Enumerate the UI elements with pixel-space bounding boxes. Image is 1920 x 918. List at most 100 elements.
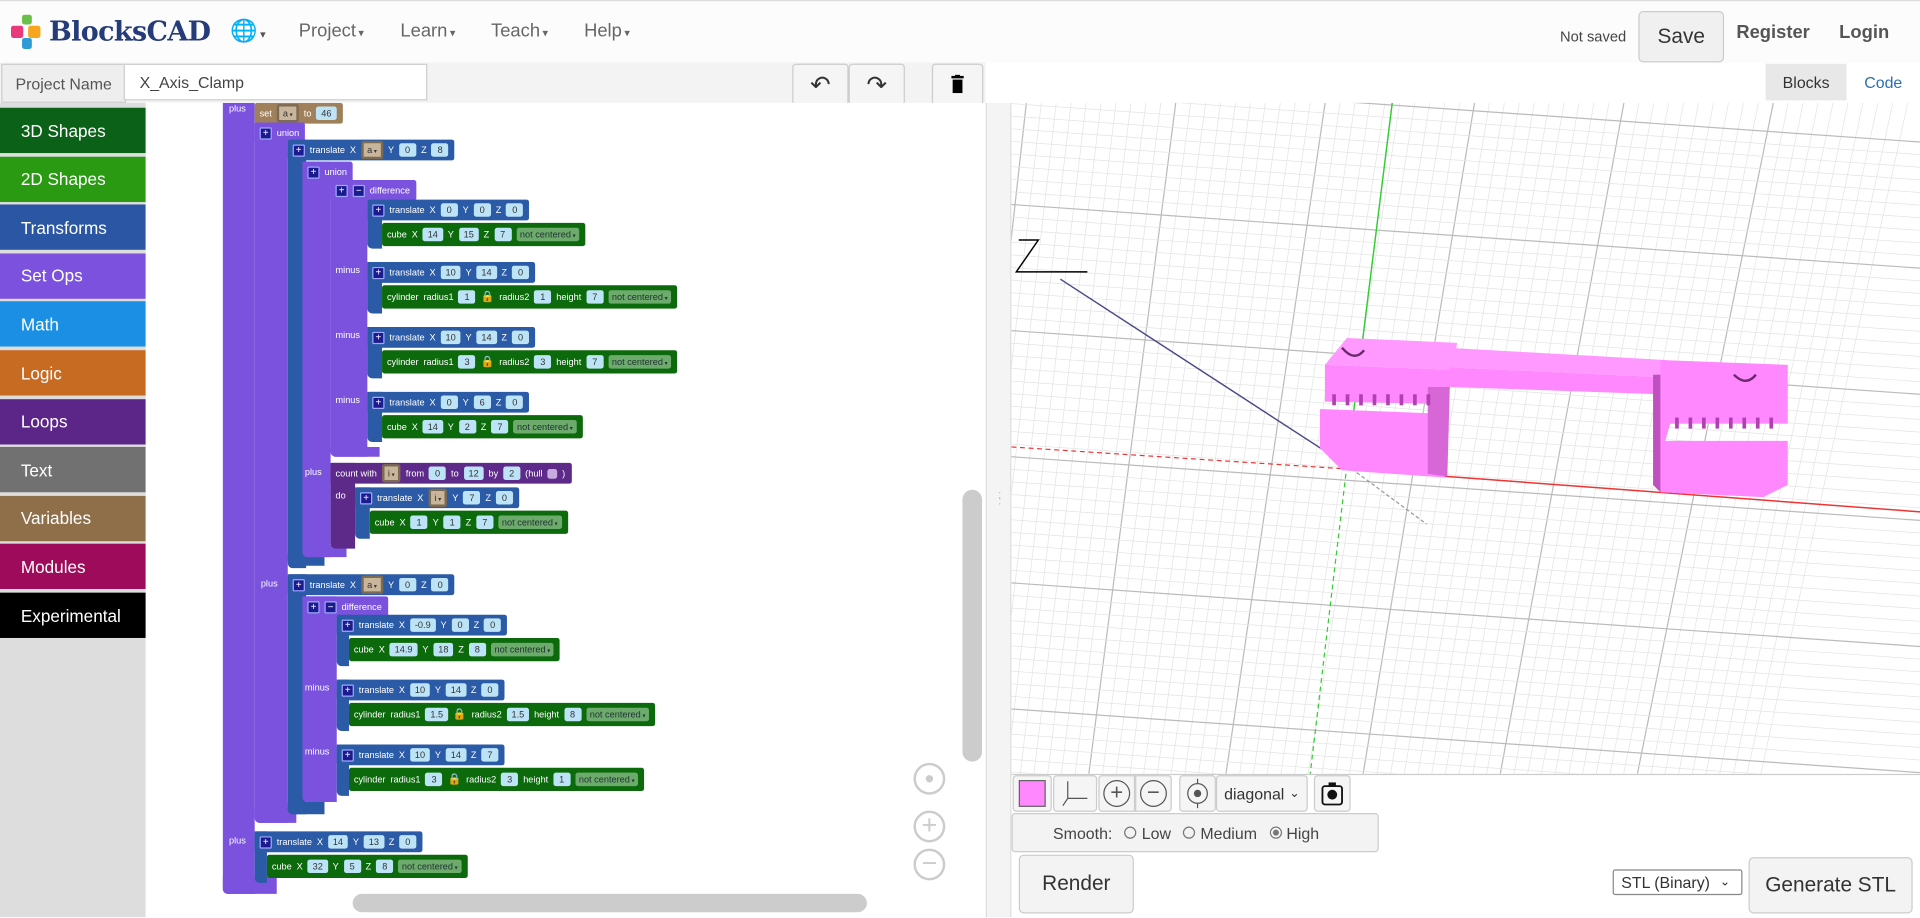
number-input[interactable]: 0 bbox=[506, 395, 524, 409]
variable-dropdown[interactable]: a ▾ bbox=[360, 575, 384, 594]
login-link[interactable]: Login bbox=[1839, 22, 1889, 43]
number-input[interactable]: 14 bbox=[422, 227, 443, 242]
number-input[interactable]: 8 bbox=[563, 707, 582, 722]
number-input[interactable]: 1.5 bbox=[425, 707, 449, 722]
nav-help[interactable]: Help ▾ bbox=[584, 21, 630, 42]
number-input[interactable]: 14.9 bbox=[389, 642, 418, 657]
block-stack-body[interactable] bbox=[330, 180, 368, 457]
transforms-block[interactable]: + translate X 10 Y 14 Z 7 bbox=[336, 744, 505, 766]
format-select[interactable]: STL (Binary) ⌄ bbox=[1612, 869, 1743, 896]
mutator-button[interactable]: + bbox=[372, 331, 385, 344]
block-stack-body[interactable] bbox=[302, 161, 331, 558]
transforms-block[interactable]: + translate Xa ▾ Y 0 Z 8 bbox=[287, 139, 455, 161]
number-input[interactable]: 0 bbox=[429, 466, 447, 481]
zoom-out-icon[interactable]: − bbox=[913, 848, 946, 881]
number-input[interactable]: 1 bbox=[458, 290, 476, 304]
lock-icon[interactable]: 🔒 bbox=[453, 708, 467, 721]
number-input[interactable]: 6 bbox=[473, 395, 491, 409]
screenshot-button[interactable] bbox=[1313, 775, 1351, 812]
centered-dropdown[interactable]: not centered ▾ bbox=[490, 642, 555, 657]
number-input[interactable]: 7 bbox=[586, 355, 604, 369]
number-input[interactable]: 10 bbox=[440, 265, 461, 280]
number-input[interactable]: 0 bbox=[511, 330, 530, 345]
number-input[interactable]: 14 bbox=[327, 835, 348, 849]
number-input[interactable]: 10 bbox=[440, 330, 461, 345]
number-input[interactable]: 46 bbox=[316, 106, 337, 121]
number-input[interactable]: 1 bbox=[534, 290, 552, 304]
number-input[interactable]: 7 bbox=[463, 491, 481, 505]
horizontal-scrollbar[interactable] bbox=[352, 893, 867, 913]
setops-block[interactable]: + − difference bbox=[330, 180, 417, 201]
shapes-block[interactable]: cube X 1 Y 1 Z 7 not centered ▾ bbox=[369, 510, 568, 534]
number-input[interactable]: 8 bbox=[431, 143, 449, 157]
shapes-block[interactable]: cylinder radius1 1.5 🔒 radius2 1.5 height 8 not … bbox=[348, 702, 656, 727]
reset-view-button[interactable] bbox=[1179, 775, 1216, 812]
number-input[interactable]: 5 bbox=[343, 859, 361, 874]
number-input[interactable]: 7 bbox=[586, 290, 604, 304]
number-input[interactable]: 7 bbox=[491, 420, 509, 434]
shapes-block[interactable]: cube X 32 Y 5 Z 8 not centered ▾ bbox=[266, 854, 468, 878]
transforms-block[interactable]: + translate X -0.9 Y 0 Z 0 bbox=[336, 614, 508, 636]
zoom-in-button[interactable]: + bbox=[1098, 775, 1136, 812]
number-input[interactable]: 0 bbox=[440, 203, 458, 217]
color-picker-button[interactable] bbox=[1012, 775, 1052, 812]
view-select[interactable]: diagonal ⌄ bbox=[1215, 775, 1308, 812]
number-input[interactable]: 15 bbox=[458, 227, 479, 242]
category-variables[interactable]: Variables bbox=[0, 495, 146, 541]
axes-toggle-button[interactable] bbox=[1053, 775, 1098, 812]
category-set-ops[interactable]: Set Ops bbox=[0, 253, 146, 299]
shapes-block[interactable]: cube X 14 Y 15 Z 7 not centered ▾ bbox=[382, 222, 586, 247]
number-input[interactable]: 3 bbox=[458, 355, 476, 369]
number-input[interactable]: 8 bbox=[468, 642, 486, 657]
smooth-medium-radio[interactable] bbox=[1183, 826, 1196, 839]
shapes-block[interactable]: cylinder radius1 1 🔒 radius2 1 height 7 not cent… bbox=[382, 285, 678, 309]
number-input[interactable]: 1 bbox=[553, 772, 571, 787]
centered-dropdown[interactable]: not centered ▾ bbox=[513, 420, 577, 434]
centered-dropdown[interactable]: not centered ▾ bbox=[586, 707, 650, 722]
mutator-button[interactable]: + bbox=[372, 396, 385, 409]
mutator-button[interactable]: + bbox=[292, 578, 305, 591]
vertical-scrollbar[interactable] bbox=[962, 489, 983, 762]
number-input[interactable]: 7 bbox=[481, 748, 499, 762]
register-link[interactable]: Register bbox=[1736, 22, 1810, 43]
number-input[interactable]: 3 bbox=[534, 355, 552, 369]
centered-dropdown[interactable]: not centered ▾ bbox=[398, 859, 462, 874]
number-input[interactable]: 14 bbox=[476, 330, 497, 345]
number-input[interactable]: 0 bbox=[484, 618, 502, 632]
nav-teach[interactable]: Teach ▾ bbox=[491, 21, 548, 42]
block-stack-body[interactable] bbox=[287, 802, 325, 815]
mutator-button[interactable]: + bbox=[372, 203, 385, 217]
number-input[interactable]: 3 bbox=[501, 772, 519, 787]
variable-dropdown[interactable]: i ▾ bbox=[428, 488, 448, 507]
nav-learn[interactable]: Learn ▾ bbox=[400, 21, 455, 42]
mutator-button[interactable]: + bbox=[341, 618, 354, 632]
mutator-button[interactable]: − bbox=[324, 600, 337, 613]
tab-code[interactable]: Code bbox=[1851, 64, 1915, 101]
smooth-low-radio[interactable] bbox=[1124, 826, 1137, 839]
category-experimental[interactable]: Experimental bbox=[0, 592, 146, 638]
transforms-block[interactable]: + translate X 14 Y 13 Z 0 bbox=[254, 831, 423, 853]
category-text[interactable]: Text bbox=[0, 447, 146, 493]
number-input[interactable]: 7 bbox=[476, 515, 494, 529]
project-name-input[interactable]: X_Axis_Clamp bbox=[123, 63, 428, 101]
mutator-button[interactable]: + bbox=[372, 266, 385, 279]
transforms-block[interactable]: + translate X 0 Y 0 Z 0 bbox=[367, 199, 530, 221]
number-input[interactable]: 0 bbox=[495, 491, 514, 505]
blocks-workspace[interactable]: set a ▾ to 46 + union + translate Xa ▾ Y 0 Z 8 + union… bbox=[145, 102, 986, 918]
number-input[interactable]: 14 bbox=[476, 265, 497, 280]
smooth-high-radio[interactable] bbox=[1269, 826, 1282, 839]
centered-dropdown[interactable]: not centered ▾ bbox=[608, 355, 672, 369]
mutator-button[interactable]: + bbox=[307, 165, 320, 179]
shapes-block[interactable]: cube X 14 Y 2 Z 7 not centered ▾ bbox=[382, 415, 583, 439]
mutator-button[interactable]: + bbox=[259, 126, 272, 139]
category-loops[interactable]: Loops bbox=[0, 398, 146, 444]
number-input[interactable]: 0 bbox=[431, 577, 449, 592]
number-input[interactable]: 0 bbox=[399, 835, 417, 849]
variable-dropdown[interactable]: a ▾ bbox=[276, 104, 299, 123]
shapes-block[interactable]: cylinder radius1 3 🔒 radius2 3 height 7 not cent… bbox=[382, 350, 678, 374]
recenter-icon[interactable] bbox=[913, 762, 946, 795]
category-2d-shapes[interactable]: 2D Shapes bbox=[0, 156, 146, 202]
number-input[interactable]: -0.9 bbox=[409, 618, 436, 632]
zoom-in-icon[interactable]: + bbox=[913, 810, 946, 843]
3d-viewer[interactable] bbox=[1011, 102, 1920, 774]
